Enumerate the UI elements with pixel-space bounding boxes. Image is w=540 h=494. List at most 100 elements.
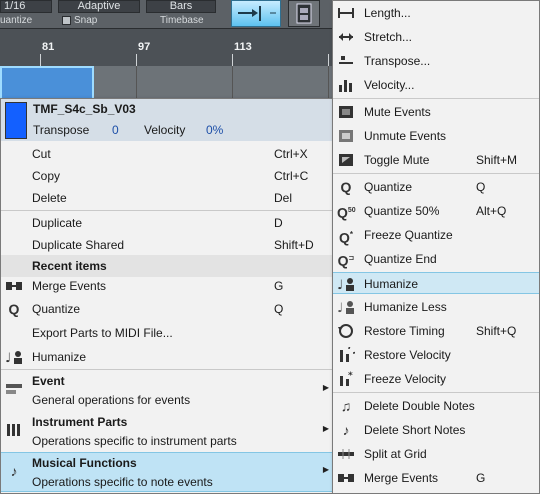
- film-button[interactable]: [288, 0, 320, 27]
- menu-item-copy[interactable]: Copy Ctrl+C: [1, 165, 334, 187]
- sub-item-quantize-end[interactable]: Q⊐ Quantize End: [333, 248, 539, 270]
- sub-item-merge-events[interactable]: Merge Events G: [333, 467, 539, 489]
- quantize-select[interactable]: 1/16: [0, 0, 52, 13]
- menu-item-merge-events[interactable]: Merge Events G: [1, 275, 334, 297]
- menu-item-label: Quantize: [364, 180, 413, 194]
- sub-item-toggle-mute[interactable]: Toggle Mute Shift+M: [333, 149, 539, 171]
- sub-item-delete-double-notes[interactable]: ♫ Delete Double Notes: [333, 395, 539, 417]
- sub-item-unmute-events[interactable]: Unmute Events: [333, 125, 539, 147]
- sub-item-freeze-velocity[interactable]: * Freeze Velocity: [333, 368, 539, 390]
- ruler-label: 113: [234, 41, 252, 53]
- menu-item-quantize[interactable]: Q Quantize Q: [1, 298, 334, 320]
- note-icon: ♪: [10, 463, 18, 479]
- menu-item-label: Restore Velocity: [364, 348, 451, 362]
- film-icon: [296, 3, 312, 24]
- recent-items-label: Recent items: [32, 259, 107, 273]
- snap-checkbox[interactable]: [62, 16, 71, 25]
- part-name: TMF_S4c_Sb_V03: [33, 102, 136, 116]
- sub-item-quantize[interactable]: Q Quantize Q: [333, 176, 539, 198]
- menu-item-label: Humanize: [32, 350, 87, 364]
- menu-item-shortcut: Del: [274, 191, 293, 205]
- humanize-less-icon: ♩: [337, 299, 355, 316]
- restore-velocity-icon: [337, 344, 358, 363]
- svg-text:♩: ♩: [5, 351, 11, 365]
- selected-part-clip[interactable]: [0, 66, 94, 100]
- menu-item-humanize[interactable]: ♩ Humanize: [1, 346, 334, 368]
- transpose-icon: [337, 53, 355, 69]
- sub-item-restore-timing[interactable]: Restore Timing Shift+Q: [333, 320, 539, 342]
- snap-mode-button[interactable]: [231, 0, 281, 27]
- merge-icon: [337, 470, 355, 486]
- sub-item-mute-events[interactable]: Mute Events: [333, 101, 539, 123]
- menu-item-label: Humanize Less: [364, 300, 447, 314]
- sub-item-length[interactable]: Length...: [333, 2, 539, 24]
- sub-item-stretch[interactable]: Stretch...: [333, 26, 539, 48]
- grid-line: [328, 66, 329, 100]
- category-title: Instrument Parts: [32, 415, 128, 429]
- velocity-label: Velocity: [144, 123, 186, 137]
- menu-category-musical-functions[interactable]: ♪ Musical Functions Operations specific …: [1, 452, 334, 492]
- part-color-swatch[interactable]: [5, 102, 27, 139]
- category-description: Operations specific to instrument parts: [32, 434, 237, 448]
- menu-item-duplicate-shared[interactable]: Duplicate Shared Shift+D: [1, 234, 334, 256]
- grid-line: [232, 66, 233, 100]
- menu-item-cut[interactable]: Cut Ctrl+X: [1, 143, 334, 165]
- sub-item-delete-short-notes[interactable]: ♪ Delete Short Notes: [333, 419, 539, 441]
- ruler-label: 81: [42, 41, 55, 53]
- menu-item-label: Split at Grid: [364, 447, 427, 461]
- menu-item-delete[interactable]: Delete Del: [1, 187, 334, 209]
- sub-item-split-at-grid[interactable]: Split at Grid: [333, 443, 539, 465]
- sub-item-freeze-quantize[interactable]: Q* Freeze Quantize: [333, 224, 539, 246]
- submenu-arrow-icon: ▶: [322, 424, 329, 433]
- menu-item-label: Delete Double Notes: [364, 399, 475, 413]
- quantize-50-icon: Q50: [337, 204, 356, 221]
- menu-item-label: Quantize: [32, 302, 81, 316]
- snap-arrow-icon: [238, 6, 276, 21]
- menu-separator: [1, 210, 334, 211]
- sub-item-velocity[interactable]: Velocity...: [333, 74, 539, 96]
- menu-item-shortcut: Ctrl+C: [274, 169, 309, 183]
- timebase-select[interactable]: Bars: [146, 0, 216, 13]
- velocity-value[interactable]: 0%: [206, 123, 223, 137]
- timebase-caption: Timebase: [160, 15, 204, 26]
- freeze-velocity-icon: *: [337, 371, 355, 387]
- menu-separator: [1, 369, 334, 370]
- menu-item-duplicate[interactable]: Duplicate D: [1, 212, 334, 234]
- musical-functions-submenu: Length... Stretch... Transpose... Veloci…: [332, 0, 540, 494]
- sub-item-humanize-less[interactable]: ♩ Humanize Less: [333, 296, 539, 318]
- quantize-icon: Q: [8, 301, 20, 317]
- sub-item-restore-velocity[interactable]: Restore Velocity: [333, 344, 539, 366]
- category-description: Operations specific to note events: [32, 475, 213, 489]
- timeline-ruler[interactable]: 81 97 113: [0, 28, 335, 66]
- toggle-mute-icon: [337, 152, 355, 168]
- sub-item-humanize[interactable]: ♩ Humanize: [333, 272, 539, 294]
- ruler-tick: [40, 54, 41, 66]
- menu-item-label: Delete Short Notes: [364, 423, 466, 437]
- menu-category-instrument-parts[interactable]: Instrument Parts Operations specific to …: [1, 412, 334, 452]
- sub-item-quantize-50[interactable]: Q50 Quantize 50% Alt+Q: [333, 200, 539, 222]
- menu-separator: [333, 173, 539, 174]
- menu-item-label: Merge Events: [32, 279, 107, 293]
- short-note-icon: ♪: [342, 422, 350, 438]
- svg-text:♩: ♩: [337, 301, 343, 315]
- menu-item-export-midi[interactable]: Export Parts to MIDI File...: [1, 322, 334, 344]
- menu-item-label: Transpose...: [364, 54, 431, 68]
- part-info-header: TMF_S4c_Sb_V03 Transpose 0 Velocity 0%: [1, 99, 334, 141]
- sub-item-transpose[interactable]: Transpose...: [333, 50, 539, 72]
- category-title: Musical Functions: [32, 456, 137, 470]
- snap-select[interactable]: Adaptive: [58, 0, 140, 13]
- ruler-label: 97: [138, 41, 151, 53]
- split-grid-icon: [337, 446, 355, 462]
- transpose-value[interactable]: 0: [112, 123, 119, 137]
- menu-item-label: Duplicate: [32, 216, 83, 230]
- menu-category-event[interactable]: Event General operations for events ▶: [1, 371, 334, 411]
- event-icon: [5, 381, 23, 397]
- menu-item-label: Length...: [364, 6, 411, 20]
- length-icon: [337, 5, 355, 21]
- menu-item-shortcut: G: [274, 279, 284, 293]
- track-lane[interactable]: [0, 66, 335, 102]
- menu-item-shortcut: Shift+Q: [476, 324, 517, 338]
- menu-item-shortcut: Shift+M: [476, 153, 518, 167]
- svg-text:*: *: [348, 371, 353, 381]
- menu-item-label: Humanize: [364, 277, 419, 291]
